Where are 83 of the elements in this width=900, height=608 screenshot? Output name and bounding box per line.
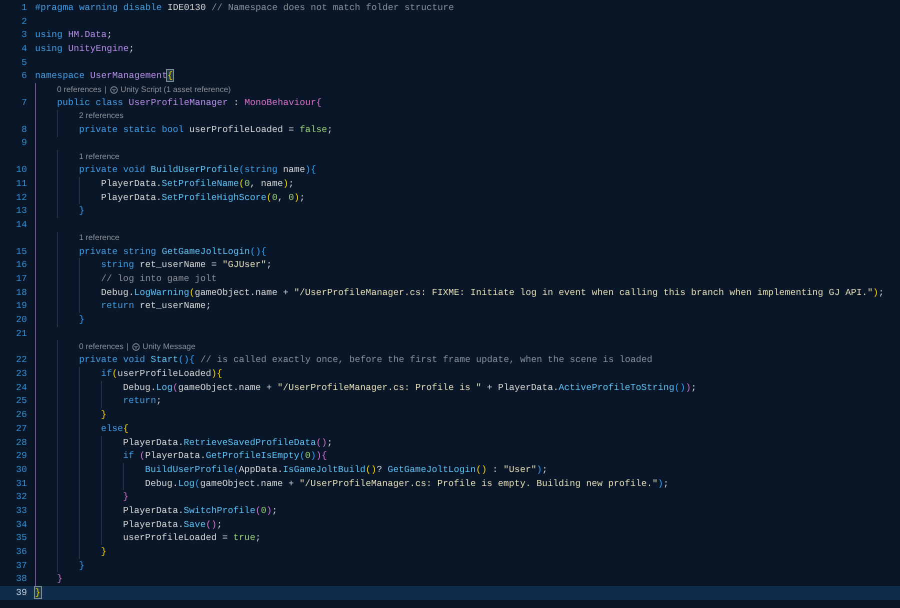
line-number: 23 xyxy=(14,367,27,381)
code-lens-link[interactable]: 0 references xyxy=(79,340,124,353)
code-line: Debug.Log(gameObject.name + "/UserProfileManager.cs: Profile is empty. Building new profile."); xyxy=(145,476,669,490)
code-lens-link[interactable]: Unity Message xyxy=(142,340,196,353)
code-line: if (PlayerData.GetProfileIsEmpty(0)){ xyxy=(123,449,328,463)
code-line: // log into game jolt xyxy=(101,272,217,286)
line-number: 2 xyxy=(20,14,27,28)
line-number: 12 xyxy=(14,190,27,204)
code-line: PlayerData.SetProfileName(0, name); xyxy=(101,176,294,191)
line-number: 14 xyxy=(14,218,27,232)
line-number: 39 xyxy=(14,586,27,600)
line-number: 28 xyxy=(14,436,27,450)
line-number: 15 xyxy=(14,244,27,258)
code-lens-link[interactable]: Unity Script (1 asset reference) xyxy=(120,84,231,96)
line-number: 5 xyxy=(20,56,27,70)
code-line: PlayerData.RetrieveSavedProfileData(); xyxy=(123,436,333,450)
code-line: private void BuildUserProfile(string name){ xyxy=(79,163,316,177)
code-line: PlayerData.Save(); xyxy=(123,518,222,532)
code-line: if(userProfileLoaded){ xyxy=(101,367,222,381)
line-number: 24 xyxy=(14,380,27,395)
line-number: 16 xyxy=(14,258,27,272)
code-lens-link[interactable]: 2 references xyxy=(79,110,124,122)
code-line: PlayerData.SetProfileHighScore(0, 0); xyxy=(101,190,306,204)
code-line: namespace UserManagement{ xyxy=(35,69,173,84)
line-number: 13 xyxy=(14,204,27,218)
code-line: BuildUserProfile(AppData.IsGameJoltBuild()? GetGameJoltLogin() : "User"); xyxy=(145,462,548,477)
line-number: 32 xyxy=(14,490,27,504)
line-number: 10 xyxy=(14,163,27,177)
line-number: 8 xyxy=(20,122,27,137)
code-line: return ret_userName; xyxy=(101,299,212,314)
code-line: private void Start(){ // is called exactly once, before the first frame update, when the scene is loaded xyxy=(79,353,652,368)
line-number: 20 xyxy=(14,313,27,327)
code-line: using HM.Data; xyxy=(35,28,112,42)
line-number: 37 xyxy=(14,558,27,572)
code-line: } xyxy=(101,545,107,559)
line-number: 7 xyxy=(20,96,27,110)
lens-separator: | xyxy=(126,340,129,353)
line-number: 1 xyxy=(20,0,27,15)
code-line: userProfileLoaded = true; xyxy=(123,531,261,546)
code-lens-link[interactable]: 1 reference xyxy=(79,232,120,244)
code-line: } xyxy=(79,313,85,327)
code-line: Debug.Log(gameObject.name + "/UserProfileManager.cs: Profile is " + PlayerData.ActiveProfileToString()); xyxy=(123,380,696,395)
line-number: 33 xyxy=(14,504,27,518)
line-number: 4 xyxy=(20,42,27,56)
code-line: PlayerData.SwitchProfile(0); xyxy=(123,504,278,518)
code-line: Debug.LogWarning(gameObject.name + "/UserProfileManager.cs: FIXME: Initiate log in event when calling this branch when implementing GJ API."); xyxy=(101,286,884,300)
code-line: } xyxy=(123,490,129,504)
line-number: 26 xyxy=(14,408,27,422)
line-number: 21 xyxy=(14,326,27,340)
line-number: 19 xyxy=(14,299,27,314)
unity-icon xyxy=(132,342,140,351)
line-number: 6 xyxy=(20,69,27,84)
line-number: 3 xyxy=(20,28,27,42)
code-line: return; xyxy=(123,394,162,408)
line-number: 18 xyxy=(14,286,27,300)
code-line: } xyxy=(57,572,63,586)
code-line: #pragma warning disable IDE0130 // Namespace does not match folder structure xyxy=(35,0,454,15)
line-number: 38 xyxy=(14,572,27,586)
code-line: string ret_userName = "GJUser"; xyxy=(101,258,272,272)
line-number: 17 xyxy=(14,272,27,286)
line-number: 34 xyxy=(14,518,27,532)
line-number: 27 xyxy=(14,422,27,436)
unity-icon xyxy=(110,86,118,94)
code-line: public class UserProfileManager : MonoBehaviour{ xyxy=(57,96,322,110)
code-line: using UnityEngine; xyxy=(35,42,134,56)
code-lens-link[interactable]: 1 reference xyxy=(79,150,120,163)
line-number: 9 xyxy=(20,136,27,150)
code-line: else{ xyxy=(101,422,129,436)
code-line: } xyxy=(79,204,85,218)
line-number: 22 xyxy=(14,353,27,368)
line-number: 35 xyxy=(14,531,27,546)
code-line: private string GetGameJoltLogin(){ xyxy=(79,244,266,258)
line-number: 25 xyxy=(14,394,27,408)
line-number: 36 xyxy=(14,545,27,559)
line-number: 31 xyxy=(14,476,27,490)
line-number: 29 xyxy=(14,449,27,463)
code-line: } xyxy=(79,558,85,572)
line-number: 30 xyxy=(14,462,27,477)
code-line: private static bool userProfileLoaded = false; xyxy=(79,122,333,137)
code-lens-link[interactable]: 0 references xyxy=(57,84,102,96)
lens-separator: | xyxy=(104,84,107,96)
code-line: } xyxy=(101,408,107,422)
line-number: 11 xyxy=(14,176,27,191)
